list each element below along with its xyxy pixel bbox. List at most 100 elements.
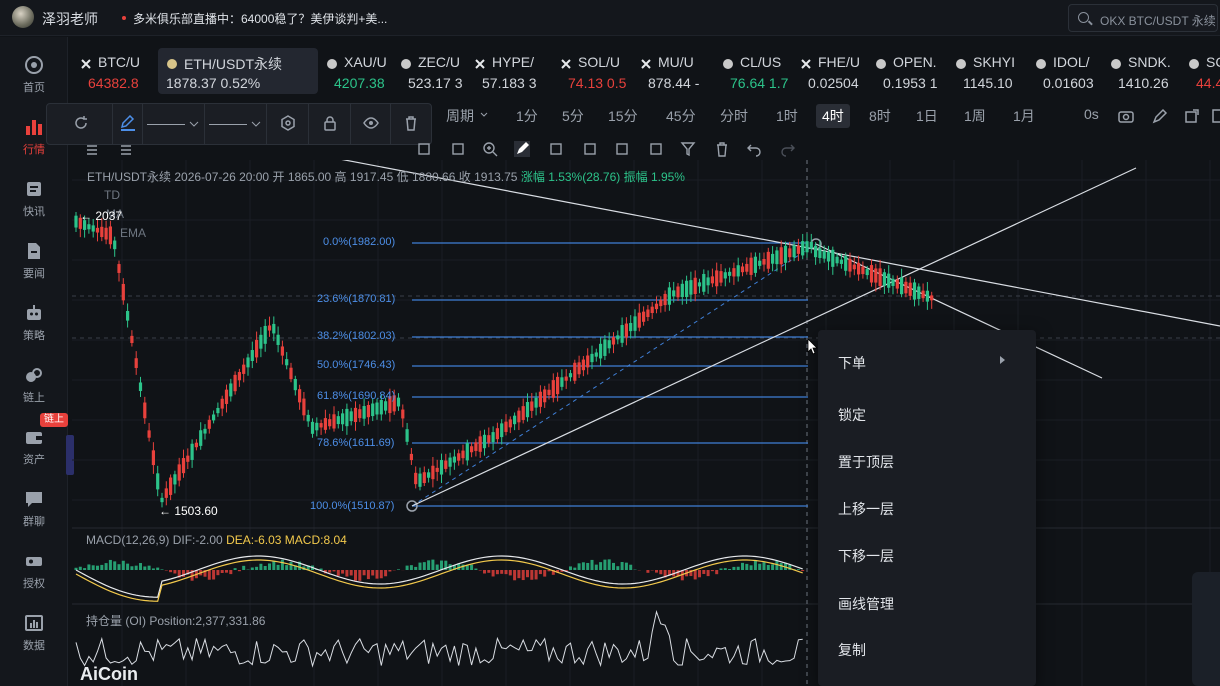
ticker-item[interactable]: XAU/U 4207.38 <box>318 48 390 94</box>
share-icon[interactable] <box>1184 108 1200 124</box>
undo-icon[interactable] <box>746 141 762 157</box>
macd-histogram-bar <box>151 568 155 570</box>
candle-body <box>577 362 581 375</box>
candle-body <box>358 409 362 419</box>
menu-item-drawing-manager[interactable]: 画线管理 <box>838 594 894 614</box>
bookmark-icon[interactable] <box>416 141 432 157</box>
ticker-item[interactable]: ETH/USDT永续 1878.37 0.52% <box>158 48 318 94</box>
avatar[interactable] <box>12 6 34 28</box>
period-dropdown[interactable]: 周期 <box>446 106 474 126</box>
ticker-item[interactable]: SC 44.45 <box>1180 48 1220 94</box>
ticker-item[interactable]: CL/US 76.64 1.7 <box>714 48 790 94</box>
ticker-item[interactable]: OPEN. 0.1953 1 <box>867 48 945 94</box>
menu-item-order[interactable]: 下单 <box>838 353 866 373</box>
ticker-item[interactable]: FHE/U 0.02504 <box>792 48 866 94</box>
lock-icon[interactable] <box>582 141 598 157</box>
template-icon[interactable] <box>614 141 630 157</box>
sidebar-item-strategy[interactable]: 策略 <box>0 295 68 353</box>
camera-icon[interactable] <box>1118 109 1134 123</box>
low-value: 1880.66 <box>412 170 456 184</box>
menu-item-copy[interactable]: 复制 <box>838 640 866 660</box>
ticker-item[interactable]: BTC/U 64382.8 <box>72 48 156 94</box>
ticker-item[interactable]: SNDK. 1410.26 <box>1102 48 1178 94</box>
menu-item-lock[interactable]: 锁定 <box>838 405 866 425</box>
measure-icon[interactable] <box>548 141 564 157</box>
candle-body <box>766 251 770 269</box>
indicator-td[interactable]: TD <box>104 188 120 202</box>
ticker-item[interactable]: MU/U 878.44 - <box>632 48 712 94</box>
price-chart[interactable] <box>72 160 1220 686</box>
interval-4[interactable]: 分时 <box>720 106 748 126</box>
macd-histogram-bar <box>762 562 766 570</box>
interval-6[interactable]: 4时 <box>816 104 850 128</box>
list-icon[interactable] <box>118 141 134 157</box>
macd-histogram-bar <box>474 568 478 570</box>
macd-histogram-bar <box>250 567 254 570</box>
interval-3[interactable]: 45分 <box>666 106 696 126</box>
ruler-icon[interactable] <box>450 141 466 157</box>
macd-histogram-bar <box>495 570 499 575</box>
ticker-item[interactable]: HYPE/57.183 3 <box>466 48 550 94</box>
interval-0[interactable]: 1分 <box>516 106 538 126</box>
candle-body <box>603 339 607 356</box>
time-readout: 0s <box>1084 106 1099 122</box>
menu-item-bring-to-front[interactable]: 置于顶层 <box>838 452 894 472</box>
candle-body <box>762 258 766 265</box>
sidebar-item-auth[interactable]: 授权 <box>0 543 68 601</box>
sidebar-item-flash[interactable]: 快讯 <box>0 171 68 229</box>
ticker-name: SOL/U <box>578 54 621 70</box>
search-icon <box>1078 12 1089 23</box>
candle-body <box>697 282 702 287</box>
redo-icon[interactable] <box>780 141 796 157</box>
candle-body <box>199 430 203 446</box>
interval-7[interactable]: 8时 <box>869 106 891 126</box>
interval-1[interactable]: 5分 <box>562 106 584 126</box>
brush-icon[interactable] <box>514 141 530 157</box>
username[interactable]: 泽羽老师 <box>42 9 98 29</box>
candle-body <box>353 407 358 423</box>
chart-bars-icon <box>26 120 42 135</box>
menu-item-move-down[interactable]: 下移一层 <box>838 546 894 566</box>
pen-icon[interactable] <box>1152 108 1168 124</box>
sidebar-item-assets[interactable]: 资产 链上 <box>0 413 68 477</box>
menu-icon[interactable] <box>84 141 100 157</box>
macd-histogram-bar <box>388 570 392 572</box>
more-icon[interactable] <box>1210 108 1220 124</box>
macd-dea: DEA:-6.03 <box>226 533 282 547</box>
menu-item-move-up[interactable]: 上移一层 <box>838 499 894 519</box>
indicator-ema[interactable]: EMA <box>120 226 146 240</box>
interval-8[interactable]: 1日 <box>916 106 938 126</box>
candle-body <box>431 465 435 480</box>
sidebar-item-home[interactable]: 首页 <box>0 47 68 105</box>
candle-body <box>267 325 272 331</box>
ticker-item[interactable]: SOL/U 74.13 0.5 <box>552 48 630 94</box>
sidebar-item-headlines[interactable]: 要闻 <box>0 233 68 291</box>
interval-5[interactable]: 1时 <box>776 106 798 126</box>
ticker-item[interactable]: ZEC/U 523.17 3 <box>392 48 464 94</box>
sidebar-item-chat[interactable]: 群聊 <box>0 481 68 539</box>
ticker-item[interactable]: SKHYI 1145.10 <box>947 48 1025 94</box>
x-icon <box>475 59 485 69</box>
candle-body <box>91 225 95 232</box>
search-input[interactable]: OKX BTC/USDT 永续 <box>1068 4 1218 32</box>
ticker-price: 0.01603 <box>1043 75 1094 91</box>
interval-10[interactable]: 1月 <box>1013 106 1035 126</box>
sidebar-item-onchain[interactable]: 链上 <box>0 357 68 415</box>
zoom-in-icon[interactable] <box>482 141 498 157</box>
sidebar-item-data[interactable]: 数据 <box>0 605 68 663</box>
interval-9[interactable]: 1周 <box>964 106 986 126</box>
trash-icon[interactable] <box>714 141 730 157</box>
coin-icon <box>723 59 733 69</box>
floating-side-panel[interactable] <box>1192 572 1220 686</box>
candle-body <box>194 442 198 448</box>
macd-histogram-bar <box>117 564 121 570</box>
magnet-icon[interactable] <box>648 141 664 157</box>
ticker-item[interactable]: IDOL/0.01603 <box>1027 48 1101 94</box>
macd-histogram-bar <box>801 570 805 572</box>
filter-icon[interactable] <box>680 141 696 157</box>
candle-body <box>444 460 448 469</box>
interval-2[interactable]: 15分 <box>608 106 638 126</box>
pencil-icon <box>120 115 135 131</box>
candle-body <box>917 286 921 299</box>
news-ticker-text[interactable]: 多米俱乐部直播中：64000稳了？美伊谈判+美... <box>133 10 387 27</box>
